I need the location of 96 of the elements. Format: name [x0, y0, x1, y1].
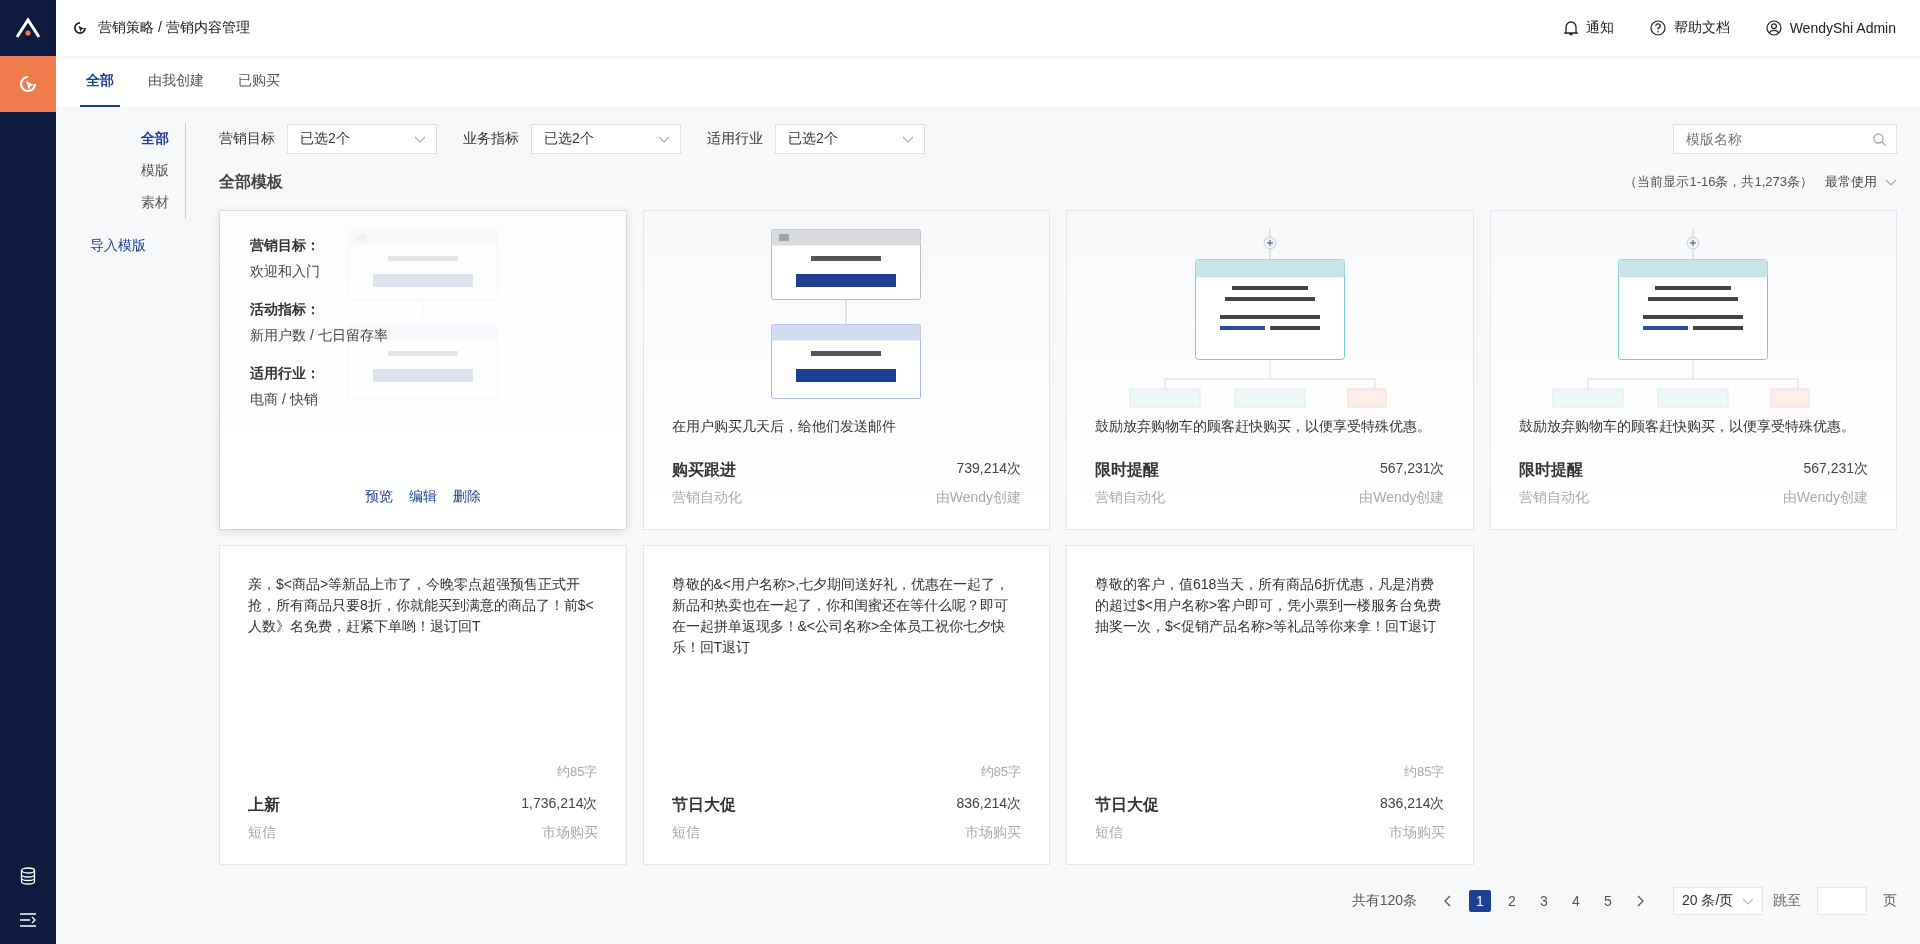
card-source: 市场购买: [965, 824, 1021, 842]
template-card[interactable]: 在用户购买几天后，给他们发送邮件 购买跟进 739,214次 营销自动化 由Wendy创建: [642, 210, 1050, 530]
character-count: 约85字: [1404, 763, 1445, 781]
card-category: 营销自动化: [671, 489, 742, 507]
jump-label: 跳至: [1773, 892, 1801, 910]
character-count: 约85字: [557, 763, 598, 781]
card-source: 市场购买: [541, 824, 598, 842]
usage-count: 739,214次: [956, 460, 1021, 478]
page-button[interactable]: 3: [1533, 890, 1555, 912]
category-item[interactable]: 素材: [141, 187, 169, 219]
filter-dropdown[interactable]: 已选2个: [775, 124, 925, 154]
chevron-left-icon[interactable]: [1443, 895, 1451, 907]
filter-label: 业务指标: [463, 130, 519, 148]
target-icon: [72, 20, 88, 36]
field-label: 活动指标：: [250, 301, 320, 319]
card-title: 节日大促: [671, 795, 736, 815]
card-description: 在用户购买几天后，给他们发送邮件: [671, 418, 897, 436]
sort-dropdown[interactable]: 最常使用: [1825, 173, 1897, 191]
card-action-link[interactable]: 预览: [364, 488, 393, 506]
template-card[interactable]: 亲，$<商品>等新品上市了，今晚零点超强预售正式开抢，所有商品只要8折，你就能买到满意的商品了！前$<人数》名免费，赶紧下单哟！退订回T 约85字 上新 1,736,214次 短信 市场购买: [219, 545, 627, 865]
user-icon: [1765, 20, 1782, 36]
sms-text: 亲，$<商品>等新品上市了，今晚零点超强预售正式开抢，所有商品只要8折，你就能买到满意的商品了！前$<人数》名免费，赶紧下单哟！退订回T: [248, 575, 595, 636]
help-icon: [1649, 20, 1666, 36]
section-title: 全部模板: [219, 171, 283, 192]
field-value: 电商 / 快销: [250, 391, 318, 409]
card-category: 短信: [1095, 824, 1123, 842]
field-label: 营销目标：: [250, 237, 320, 255]
card-title: 限时提醒: [1518, 460, 1583, 480]
filter-dropdown[interactable]: 已选2个: [287, 124, 437, 154]
category-item[interactable]: 全部: [141, 123, 169, 155]
usage-count: 836,214次: [956, 795, 1021, 813]
card-category: 营销自动化: [1095, 489, 1165, 507]
chevron-down-icon: [1885, 178, 1897, 186]
usage-count: 567,231次: [1803, 460, 1868, 478]
usage-count: 567,231次: [1379, 460, 1445, 478]
character-count: 约85字: [980, 763, 1021, 781]
card-title: 节日大促: [1095, 795, 1159, 815]
import-link[interactable]: 导入模版: [56, 237, 186, 255]
page-button[interactable]: 5: [1597, 890, 1619, 912]
chevron-right-icon[interactable]: [1637, 895, 1645, 907]
search-field[interactable]: 模版名称: [1673, 124, 1897, 154]
logo-icon: [15, 17, 41, 39]
filter-label: 营销目标: [219, 130, 275, 148]
field-value: 欢迎和入门: [250, 263, 320, 281]
chevron-down-icon: [658, 135, 670, 143]
sms-text: 尊敬的客户，值618当天，所有商品6折优惠，凡是消费的超过$<用户名称>客户即可，凭小票到一楼服务台免费抽奖一次，$<促销产品名称>等礼品等你来拿！回T退订: [1095, 575, 1443, 636]
bell-icon: [1563, 20, 1578, 36]
template-card[interactable]: 鼓励放弃购物车的顾客赶快购买，以便享受特殊优惠。 限时提醒 567,231次 营销自动化 由Wendy创建: [1066, 210, 1474, 530]
category-item[interactable]: 模版: [141, 155, 169, 187]
header-link[interactable]: 通知: [1563, 19, 1614, 37]
card-category: 短信: [671, 824, 700, 842]
page-jump-field[interactable]: [1817, 887, 1867, 915]
tab[interactable]: 已购买: [232, 56, 286, 107]
page-button[interactable]: 2: [1501, 890, 1523, 912]
card-action-link[interactable]: 删除: [452, 488, 481, 506]
result-summary: （当前显示1-16条，共1,273条）: [1624, 173, 1813, 191]
template-card[interactable]: 尊敬的&<用户名称>,七夕期间送好礼，优惠在一起了，新品和热卖也在一起了，你和闺蜜还在等什么呢？即可在一起拼单返现多！&<公司名称>全体员工祝你七夕快乐！回T退订 约85字 节日大促 836,214次 短信 市场购买: [642, 545, 1050, 865]
card-description: 鼓励放弃购物车的顾客赶快购买，以便享受特殊优惠。: [1095, 418, 1432, 436]
search-icon: [1873, 133, 1886, 146]
card-title: 限时提醒: [1095, 460, 1159, 480]
card-source: 由Wendy创建: [1359, 489, 1445, 507]
usage-count: 836,214次: [1379, 795, 1445, 813]
template-card[interactable]: 尊敬的客户，值618当天，所有商品6折优惠，凡是消费的超过$<用户名称>客户即可，凭小票到一楼服务台免费抽奖一次，$<促销产品名称>等礼品等你来拿！回T退订 约85字 节日大促 836,214次 短信 市场购买: [1066, 545, 1474, 865]
chevron-down-icon: [1742, 897, 1754, 905]
filter-dropdown[interactable]: 已选2个: [531, 124, 681, 154]
card-description: 鼓励放弃购物车的顾客赶快购买，以便享受特殊优惠。: [1518, 418, 1856, 436]
card-category: 短信: [248, 824, 276, 842]
chevron-down-icon: [902, 135, 914, 143]
usage-count: 1,736,214次: [521, 795, 598, 813]
tab[interactable]: 由我创建: [142, 56, 210, 107]
card-category: 营销自动化: [1518, 489, 1589, 507]
card-title: 购买跟进: [671, 460, 736, 480]
page-button[interactable]: 1: [1469, 890, 1491, 912]
template-card[interactable]: 鼓励放弃购物车的顾客赶快购买，以便享受特殊优惠。 限时提醒 567,231次 营销自动化 由Wendy创建: [1489, 210, 1897, 530]
filter-label: 适用行业: [707, 130, 763, 148]
page-button[interactable]: 4: [1565, 890, 1587, 912]
header-link[interactable]: 帮助文档: [1649, 19, 1730, 37]
breadcrumb: 营销策略 / 营销内容管理: [98, 19, 250, 37]
chevron-down-icon: [414, 135, 426, 143]
card-action-link[interactable]: 编辑: [408, 488, 437, 506]
card-title: 上新: [248, 795, 280, 815]
card-source: 市场购买: [1388, 824, 1445, 842]
card-source: 由Wendy创建: [1782, 489, 1868, 507]
field-value: 新用户数 / 七日留存率: [250, 327, 388, 345]
database-icon[interactable]: [20, 867, 36, 885]
header-link[interactable]: WendyShi Admin: [1765, 20, 1896, 36]
target-icon: [17, 73, 39, 95]
card-source: 由Wendy创建: [935, 489, 1021, 507]
tab[interactable]: 全部: [80, 56, 120, 107]
page-size-dropdown[interactable]: 20 条/页: [1673, 887, 1763, 915]
sms-text: 尊敬的&<用户名称>,七夕期间送好礼，优惠在一起了，新品和热卖也在一起了，你和闺蜜还在等什么呢？即可在一起拼单返现多！&<公司名称>全体员工祝你七夕快乐！回T退订: [671, 575, 1011, 657]
page-unit-label: 页: [1883, 892, 1897, 910]
total-count: 共有120条: [1351, 892, 1417, 910]
field-label: 适用行业：: [250, 365, 320, 383]
template-card[interactable]: 营销目标： 欢迎和入门 活动指标： 新用户数 / 七日留存率 适用行业： 电商 / 快销 预览 编辑 删除: [219, 210, 627, 530]
menu-collapse-icon[interactable]: [19, 912, 37, 928]
